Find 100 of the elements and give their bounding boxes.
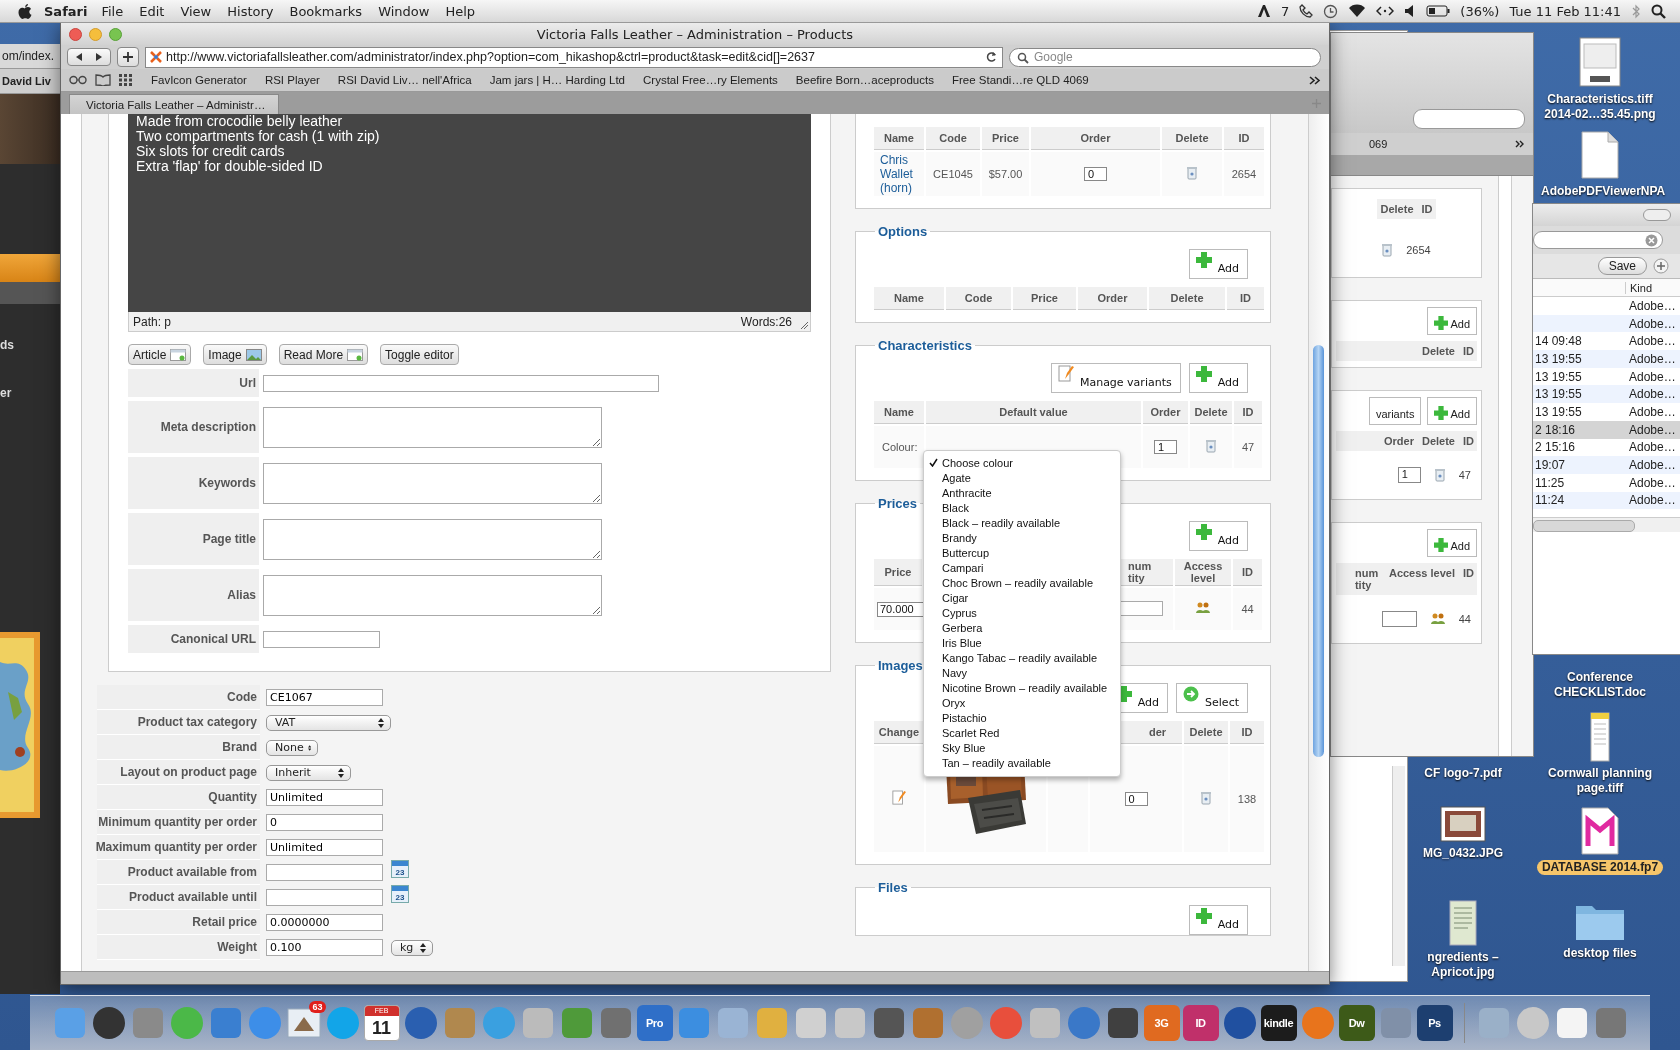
text-field[interactable]: 0	[266, 814, 383, 831]
search-field[interactable]	[1413, 109, 1525, 129]
users-icon[interactable]	[1196, 602, 1210, 614]
order-input[interactable]: 1	[1397, 467, 1421, 483]
text-area[interactable]	[263, 462, 602, 504]
add-button[interactable]: Add	[1188, 363, 1248, 393]
clock-icon[interactable]	[1323, 3, 1339, 19]
menu-item[interactable]: Help	[445, 3, 476, 19]
menu-item[interactable]: View	[180, 3, 212, 19]
bookmark-link[interactable]: Crystal Free…ry Elements	[643, 74, 778, 86]
trash-icon[interactable]	[1434, 468, 1445, 482]
bookmark-link[interactable]: RSI Player	[264, 74, 320, 86]
book-icon[interactable]	[95, 74, 111, 86]
menu-option[interactable]: Choose colour	[942, 456, 1013, 469]
text-field[interactable]: Unlimited	[266, 839, 383, 856]
scrollbar[interactable]	[1533, 517, 1680, 533]
column-header[interactable]: Kind	[1625, 281, 1653, 294]
add-button[interactable]: Add	[1427, 397, 1477, 425]
menu-item[interactable]: Bookmarks	[289, 3, 363, 19]
browser-tab[interactable]: Victoria Falls Leather – Administr…	[69, 94, 279, 114]
document-icon[interactable]	[1580, 130, 1620, 180]
back-forward-buttons[interactable]	[67, 48, 111, 66]
file-row[interactable]: 19:07 Adobe…	[1533, 456, 1680, 474]
text-field[interactable]: 0.100	[266, 939, 383, 956]
text-field[interactable]: CE1067	[266, 689, 383, 706]
file-name[interactable]: DATABASE 2014.fp7	[1536, 860, 1664, 875]
zoom-button[interactable]	[109, 27, 122, 41]
clear-icon[interactable]	[1645, 233, 1658, 247]
app-icon[interactable]: kindle	[1260, 1005, 1297, 1041]
resize-grip-icon[interactable]	[800, 321, 809, 330]
product-link[interactable]: Chris Wallet (horn)	[874, 152, 924, 196]
menu-option[interactable]: Scarlet Red	[942, 726, 1000, 739]
file-row[interactable]: 13 19:55 Adobe…	[1533, 403, 1680, 421]
file-row[interactable]: 2 18:16 Adobe…	[1533, 420, 1680, 439]
dropdown[interactable]: Inherit	[266, 764, 351, 781]
reload-icon[interactable]	[986, 51, 997, 63]
save-button[interactable]: Save	[1597, 257, 1647, 275]
text-field[interactable]: 0.0000000	[266, 914, 383, 931]
select-button[interactable]: Select	[1176, 683, 1248, 713]
file-name[interactable]: MG_0432.JPG	[1417, 846, 1508, 861]
trash-icon[interactable]	[1201, 791, 1211, 805]
editor-button[interactable]: Read More	[278, 344, 369, 365]
document-icon[interactable]	[1449, 900, 1477, 946]
address-field[interactable]: http://www.victoriafallsleather.com/administrator/index.php?option=com_hikashop&ctrl=product&task=edit&cid[]=2637	[145, 46, 1003, 68]
app-icon[interactable]: Dw	[1338, 1005, 1375, 1041]
file-row[interactable]: 2 15:16 Adobe…	[1533, 438, 1680, 457]
add-button[interactable]: Add	[1427, 529, 1477, 557]
manage-variants-button[interactable]: variants	[1368, 397, 1422, 425]
add-button[interactable]: Add	[1188, 249, 1248, 279]
add-button[interactable]: Add	[1427, 307, 1477, 335]
bookmark-link[interactable]: FavIcon Generator	[151, 74, 247, 86]
file-row[interactable]: 13 19:55 Adobe…	[1533, 367, 1680, 386]
menu-option[interactable]: Choc Brown – readily available	[942, 576, 1094, 589]
nav-item-fragment[interactable]: ds	[0, 338, 14, 352]
trash-icon[interactable]	[1206, 439, 1216, 453]
app-icon[interactable]	[1221, 1005, 1258, 1041]
file-row[interactable]: Adobe…	[1533, 314, 1680, 333]
editor-button[interactable]: Toggle editor	[380, 344, 459, 365]
nav-item-fragment[interactable]: er	[0, 386, 12, 400]
back-icon[interactable]	[74, 52, 84, 62]
menu-option[interactable]: Nicotine Brown – readily available	[942, 681, 1108, 694]
menu-option[interactable]: Cyprus	[942, 606, 977, 619]
file-name[interactable]: 2014-02…35.45.png	[1539, 107, 1661, 122]
chevron-icon[interactable]	[1515, 140, 1525, 148]
menu-option[interactable]: Tan – readily available	[942, 756, 1051, 769]
dropdown[interactable]: kg	[391, 939, 433, 956]
calendar-button[interactable]: 23	[391, 884, 409, 903]
menu-option[interactable]: Oryx	[942, 696, 966, 709]
menu-option[interactable]: Buttercup	[942, 546, 990, 559]
scrollbar[interactable]	[1498, 176, 1512, 756]
menu-option[interactable]: Pistachio	[942, 711, 987, 724]
minimize-button[interactable]	[89, 27, 102, 41]
reading-list-icon[interactable]	[69, 75, 87, 85]
file-name[interactable]: AdobePDFViewerNPA	[1536, 184, 1664, 199]
text-field[interactable]: Unlimited	[266, 789, 383, 806]
app-icon[interactable]: ID	[1182, 1005, 1219, 1041]
order-input[interactable]: 0	[1084, 167, 1107, 181]
photo-thumbnail-icon[interactable]	[1440, 806, 1486, 842]
battery-icon[interactable]	[1426, 5, 1451, 17]
add-bookmark-button[interactable]	[117, 47, 139, 67]
grid-icon[interactable]	[119, 74, 133, 86]
text-area[interactable]	[263, 574, 602, 616]
file-row[interactable]: 13 19:55 Adobe…	[1533, 350, 1680, 368]
app-icon[interactable]	[402, 1005, 439, 1041]
dropdown[interactable]: None	[266, 739, 318, 756]
editor-button[interactable]: Article	[128, 344, 192, 365]
file-row[interactable]: 13 19:55 Adobe…	[1533, 385, 1680, 404]
bookmark-link[interactable]: Beefire Born…aceproducts	[795, 74, 934, 86]
app-icon[interactable]	[90, 1005, 127, 1041]
scroll-thumb[interactable]	[1313, 345, 1324, 757]
text-area[interactable]	[263, 518, 602, 560]
file-row[interactable]: 14 09:48 Adobe…	[1533, 332, 1680, 351]
menu-option[interactable]: Iris Blue	[942, 636, 982, 649]
search-field[interactable]	[1533, 231, 1663, 249]
database-file-icon[interactable]	[1580, 806, 1620, 856]
file-row[interactable]: Adobe…	[1533, 297, 1680, 315]
menu-option[interactable]: Sky Blue	[942, 741, 986, 754]
menu-option[interactable]: Agate	[942, 471, 971, 484]
menu-item[interactable]: Window	[378, 3, 430, 19]
bookmark-link[interactable]: RSI David Liv… nell'Africa	[337, 74, 472, 86]
